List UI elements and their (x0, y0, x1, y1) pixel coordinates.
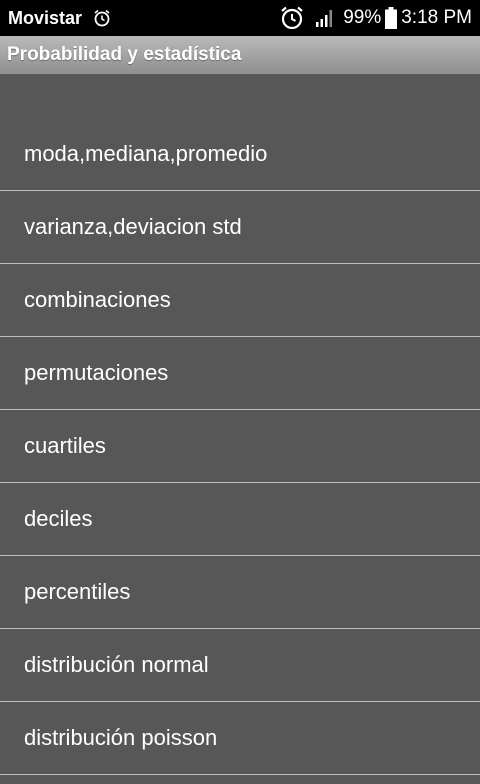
list-item-moda-mediana-promedio[interactable]: moda,mediana,promedio (0, 118, 480, 191)
list-item-distribucion-normal[interactable]: distribución normal (0, 629, 480, 702)
status-icons: 99% 3:18 PM (279, 5, 472, 31)
page-title: Probabilidad y estadística (7, 44, 242, 65)
list-item-cuartiles[interactable]: cuartiles (0, 410, 480, 483)
list-item-percentiles[interactable]: percentiles (0, 556, 480, 629)
list-item-permutaciones[interactable]: permutaciones (0, 337, 480, 410)
battery-percent: 99% (343, 7, 382, 28)
list-item-label: percentiles (24, 579, 131, 604)
list-item-varianza-deviacion[interactable]: varianza,deviacion std (0, 191, 480, 264)
list-item-deciles[interactable]: deciles (0, 483, 480, 556)
list-item-label: cuartiles (24, 433, 106, 458)
list-item-label: deciles (24, 506, 93, 531)
signal-icon (315, 8, 335, 28)
topic-list: moda,mediana,promedio varianza,deviacion… (0, 118, 480, 775)
app-bar: Probabilidad y estadística (0, 36, 480, 74)
list-item-label: distribución normal (24, 652, 209, 677)
status-bar: Movistar 99% 3:18 PM (0, 0, 480, 36)
clock: 3:18 PM (401, 7, 472, 28)
carrier-name: Movistar (8, 7, 83, 28)
list-item-combinaciones[interactable]: combinaciones (0, 264, 480, 337)
alarm-clock-icon (279, 5, 305, 31)
list-item-label: permutaciones (24, 360, 169, 385)
list-item-label: varianza,deviacion std (24, 214, 242, 239)
list-item-distribucion-poisson[interactable]: distribución poisson (0, 702, 480, 775)
list-item-label: distribución poisson (24, 725, 218, 750)
list-item-label: moda,mediana,promedio (24, 141, 268, 166)
alarm-icon (92, 8, 112, 28)
battery-icon (385, 7, 398, 29)
list-item-label: combinaciones (24, 287, 171, 312)
